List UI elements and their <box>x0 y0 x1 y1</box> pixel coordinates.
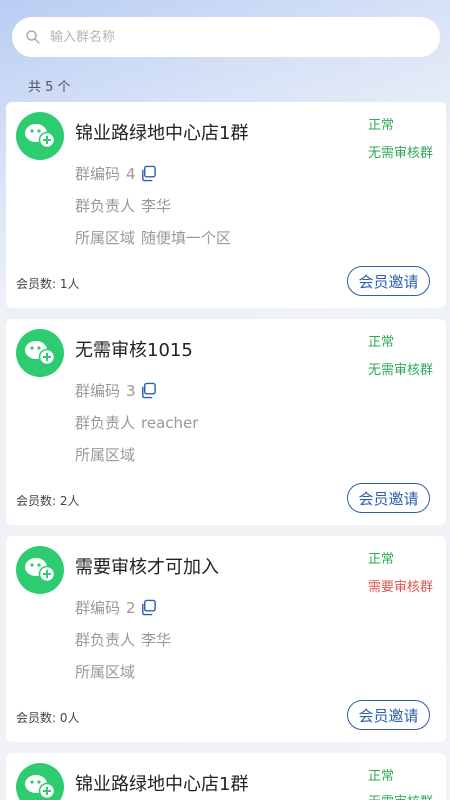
group-region-value: 随便填一个区 <box>141 229 232 247</box>
copy-icon[interactable] <box>140 165 157 182</box>
group-owner-label: 群负责人 <box>75 631 136 649</box>
group-owner-row: 群负责人 李华 <box>75 629 171 650</box>
review-badge: 需要审核群 <box>368 580 434 595</box>
group-region-row: 所属区域 <box>75 444 141 465</box>
group-region-label: 所属区域 <box>75 663 136 681</box>
group-card[interactable]: 锦业路绿地中心店1群 正常 无需审核群 <box>6 753 446 800</box>
group-name: 锦业路绿地中心店1群 <box>75 123 249 144</box>
group-code-value: 4 <box>126 164 136 183</box>
group-owner-label: 群负责人 <box>75 197 136 215</box>
group-owner-label: 群负责人 <box>75 414 136 432</box>
invite-member-button[interactable]: 会员邀请 <box>347 483 430 513</box>
status-badge: 正常 <box>368 118 395 133</box>
group-code-label: 群编码 <box>75 165 121 183</box>
group-count: 共 5 个 <box>28 80 71 95</box>
group-owner-row: 群负责人 李华 <box>75 195 171 216</box>
group-owner-value: 李华 <box>141 197 172 215</box>
group-card[interactable]: 需要审核才可加入 群编码 2 群负责人 李华 所属区域 正常 需要审核群 会员数… <box>6 536 446 742</box>
group-name: 无需审核1015 <box>75 340 193 361</box>
group-region-row: 所属区域 随便填一个区 <box>75 227 231 248</box>
group-owner-value: reacher <box>141 413 199 432</box>
group-card[interactable]: 无需审核1015 群编码 3 群负责人 reacher 所属区域 正常 无需审核… <box>6 319 446 525</box>
group-code-row: 群编码 3 <box>75 380 157 401</box>
review-badge: 无需审核群 <box>368 363 434 378</box>
status-badge: 正常 <box>368 335 395 350</box>
group-region-label: 所属区域 <box>75 229 136 247</box>
copy-icon[interactable] <box>140 382 157 399</box>
group-name: 需要审核才可加入 <box>75 557 219 578</box>
wechat-group-icon <box>16 329 64 377</box>
status-badge: 正常 <box>368 769 395 784</box>
member-count: 会员数: 2人 <box>16 494 80 508</box>
member-count: 会员数: 1人 <box>16 277 80 291</box>
copy-icon[interactable] <box>140 599 157 616</box>
group-code-value: 2 <box>126 598 136 617</box>
status-badge: 正常 <box>368 552 395 567</box>
wechat-group-icon <box>16 112 64 160</box>
group-code-label: 群编码 <box>75 382 121 400</box>
group-code-row: 群编码 2 <box>75 597 157 618</box>
search-input[interactable] <box>50 29 390 45</box>
group-name: 锦业路绿地中心店1群 <box>75 774 249 795</box>
group-code-label: 群编码 <box>75 599 121 617</box>
review-badge: 无需审核群 <box>368 791 433 800</box>
group-owner-row: 群负责人 reacher <box>75 412 198 433</box>
group-code-row: 群编码 4 <box>75 163 157 184</box>
group-owner-value: 李华 <box>141 631 172 649</box>
group-card[interactable]: 锦业路绿地中心店1群 群编码 4 群负责人 李华 所属区域 随便填一个区 正常 … <box>6 102 446 308</box>
member-count: 会员数: 0人 <box>16 711 80 725</box>
search-bar[interactable] <box>12 17 440 57</box>
invite-member-button[interactable]: 会员邀请 <box>347 266 430 296</box>
invite-member-button[interactable]: 会员邀请 <box>347 700 430 730</box>
group-region-row: 所属区域 <box>75 661 141 682</box>
group-code-value: 3 <box>126 381 136 400</box>
search-icon <box>26 30 40 44</box>
wechat-group-icon <box>16 763 64 800</box>
group-region-label: 所属区域 <box>75 446 136 464</box>
review-badge: 无需审核群 <box>368 146 434 161</box>
wechat-group-icon <box>16 546 64 594</box>
